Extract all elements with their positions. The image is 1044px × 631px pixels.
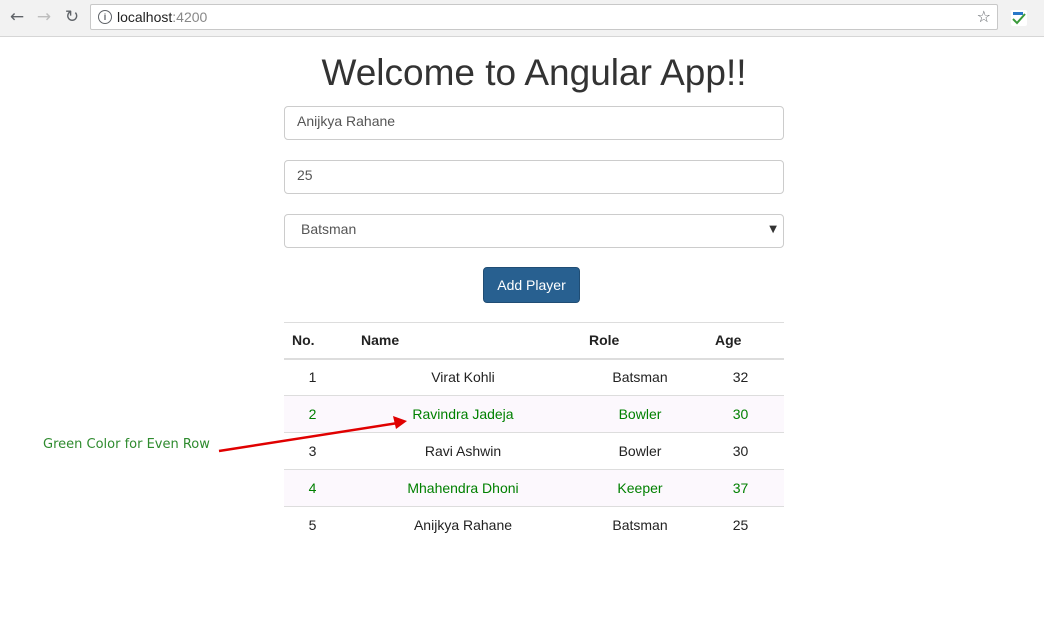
annotation-arrow	[218, 416, 407, 453]
